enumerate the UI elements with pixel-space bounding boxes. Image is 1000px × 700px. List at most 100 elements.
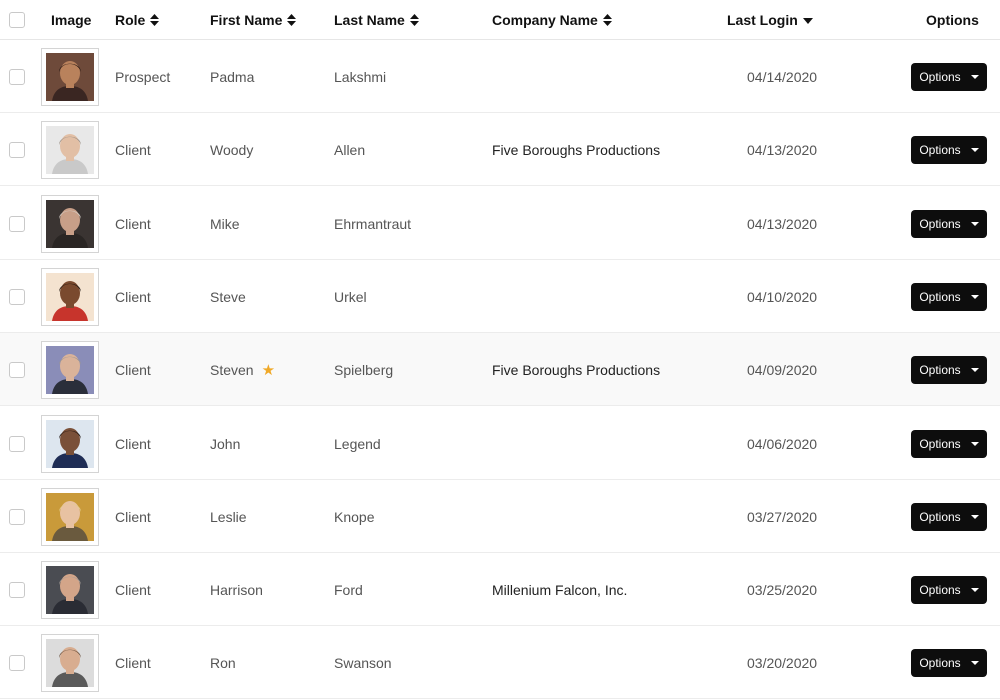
last-login-cell: 04/06/2020 [747,407,817,480]
users-table: Image Role First Name Last Name Company … [0,0,1000,700]
role-cell: Client [115,553,151,626]
row-checkbox[interactable] [9,654,25,671]
table-row[interactable]: Client Leslie Knope 03/27/2020 Options [0,480,1000,553]
star-icon[interactable]: ★ [262,361,275,379]
col-last-login-header[interactable]: Last Login [727,0,813,40]
avatar[interactable] [41,267,99,326]
role-cell: Client [115,407,151,480]
last-name-cell: Swanson [334,626,392,699]
last-name-cell: Knope [334,480,374,553]
last-login-cell: 04/13/2020 [747,113,817,186]
avatar[interactable] [41,194,99,253]
table-row[interactable]: Client Steve Urkel 04/10/2020 Options [0,260,1000,333]
col-role-label: Role [115,12,146,28]
table-row[interactable]: Client Ron Swanson 03/20/2020 Options [0,626,1000,699]
col-options-label: Options [926,12,979,28]
options-dropdown-button[interactable]: Options [911,209,987,238]
row-checkbox[interactable] [9,581,25,598]
col-first-name-header[interactable]: First Name [210,0,297,40]
options-dropdown-button[interactable]: Options [911,502,987,531]
table-row[interactable]: Client Woody Allen Five Boroughs Product… [0,113,1000,186]
row-checkbox[interactable] [9,68,25,85]
first-name-cell: Woody [210,113,253,186]
table-row[interactable]: Client Harrison Ford Millenium Falcon, I… [0,553,1000,626]
options-dropdown-button[interactable]: Options [911,355,987,384]
row-checkbox[interactable] [9,435,25,452]
options-cell: Options [911,626,987,699]
options-dropdown-button[interactable]: Options [911,62,987,91]
sort-both-icon[interactable] [150,14,160,26]
row-checkbox-cell [9,407,25,480]
options-cell: Options [911,40,987,113]
first-name-text: Mike [210,215,240,232]
row-checkbox[interactable] [9,508,25,525]
role-cell: Client [115,480,151,553]
row-checkbox[interactable] [9,215,25,232]
row-checkbox-cell [9,626,25,699]
portrait-image [46,199,94,248]
portrait-image [46,345,94,394]
first-name-text: Harrison [210,581,263,598]
col-last-name-header[interactable]: Last Name [334,0,419,40]
role-cell: Client [115,187,151,260]
last-name-text: Allen [334,141,366,158]
role-cell: Client [115,333,151,406]
first-name-cell: Mike [210,187,240,260]
col-last-name-label: Last Name [334,12,405,28]
avatar[interactable] [41,633,99,692]
avatar[interactable] [41,560,99,619]
role-text: Client [115,288,151,305]
options-button-label: Options [919,142,961,157]
options-dropdown-button[interactable]: Options [911,282,987,311]
select-all-checkbox[interactable] [9,12,25,28]
avatar[interactable] [41,487,99,546]
options-dropdown-button[interactable]: Options [911,429,987,458]
avatar-cell [41,333,99,406]
sort-desc-icon[interactable] [802,14,813,26]
options-dropdown-button[interactable]: Options [911,135,987,164]
last-login-cell: 04/09/2020 [747,333,817,406]
last-login-text: 04/13/2020 [747,215,818,232]
row-checkbox[interactable] [9,361,25,378]
options-dropdown-button[interactable]: Options [911,648,987,677]
table-row[interactable]: Client Mike Ehrmantraut 04/13/2020 Optio… [0,187,1000,260]
caret-down-icon [970,441,979,446]
portrait-image [46,272,94,321]
table-row[interactable]: Prospect Padma Lakshmi 04/14/2020 Option… [0,40,1000,113]
options-button-label: Options [919,655,961,670]
row-checkbox-cell [9,260,25,333]
sort-both-icon[interactable] [602,14,612,26]
first-name-cell: Leslie [210,480,247,553]
options-cell: Options [911,480,987,553]
avatar[interactable] [41,414,99,473]
col-options-header: Options [926,0,979,40]
options-dropdown-button[interactable]: Options [911,575,987,604]
company-text: Five Boroughs Productions [492,141,661,158]
col-image-header: Image [51,0,91,40]
row-checkbox[interactable] [9,141,25,158]
avatar[interactable] [41,340,99,399]
col-role-header[interactable]: Role [115,0,160,40]
avatar[interactable] [41,120,99,179]
row-checkbox[interactable] [9,288,25,305]
row-checkbox-cell [9,553,25,626]
options-button-label: Options [919,216,961,231]
row-checkbox-cell [9,333,25,406]
options-cell: Options [911,407,987,480]
company-cell: Five Boroughs Productions [492,333,660,406]
role-text: Client [115,215,151,232]
portrait-image [46,638,94,687]
row-checkbox-cell [9,187,25,260]
col-company-header[interactable]: Company Name [492,0,612,40]
last-name-text: Knope [334,508,375,525]
table-row[interactable]: Client Steven ★ Spielberg Five Boroughs … [0,333,1000,406]
avatar[interactable] [41,47,99,106]
sort-both-icon[interactable] [287,14,297,26]
sort-both-icon[interactable] [409,14,419,26]
avatar-cell [41,480,99,553]
table-row[interactable]: Client John Legend 04/06/2020 Options [0,407,1000,480]
last-name-cell: Urkel [334,260,367,333]
role-cell: Client [115,260,151,333]
last-login-cell: 04/10/2020 [747,260,817,333]
last-name-cell: Ehrmantraut [334,187,411,260]
